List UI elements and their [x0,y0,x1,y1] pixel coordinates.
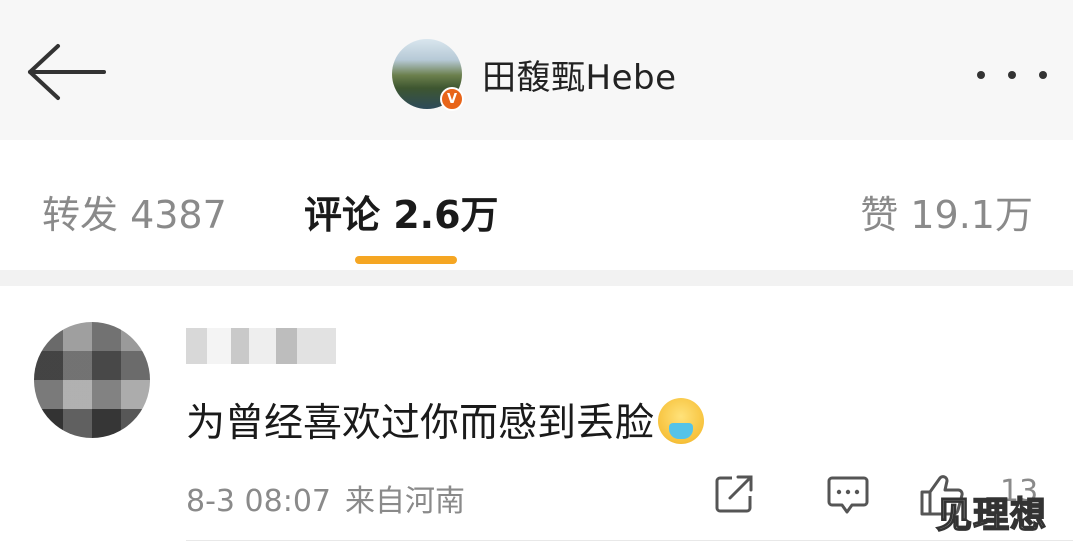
comment-item: 为曾经喜欢过你而感到丢脸 8-3 08:07 来自河南 13 [0,286,1073,556]
comment-text: 为曾经喜欢过你而感到丢脸 [186,392,705,448]
arrow-left-icon [28,44,106,100]
avatar[interactable]: V [392,39,464,111]
watermark: 见理想 [935,494,1048,537]
comment-body: 为曾经喜欢过你而感到丢脸 [186,401,655,446]
divider [186,540,1073,541]
tab-bar: 转发 4387 评论 2.6万 赞 19.1万 [0,140,1073,270]
comment-bubble-icon [827,476,869,514]
comment-meta: 8-3 08:07 来自河南 [186,476,465,520]
reply-button[interactable] [826,472,870,518]
share-external-icon [715,475,753,513]
share-button[interactable] [712,472,756,518]
comment-time: 8-3 08:07 [186,484,331,519]
top-bar: V 田馥甄Hebe [0,0,1073,141]
tab-repost[interactable]: 转发 4387 [42,184,227,239]
more-button[interactable] [977,58,1047,92]
back-button[interactable] [24,40,108,104]
weary-face-emoji-icon [658,398,705,444]
commenter-name-blurred[interactable] [186,328,336,364]
more-dots-icon [977,71,985,79]
profile-header[interactable]: V 田馥甄Hebe [392,38,676,111]
tab-like[interactable]: 赞 19.1万 [860,184,1033,239]
more-dots-icon [1008,71,1016,79]
commenter-avatar[interactable] [34,322,150,438]
verified-v-icon: V [440,87,464,111]
tab-comment[interactable]: 评论 2.6万 [304,184,499,239]
comment-location: 来自河南 [345,484,465,519]
profile-name[interactable]: 田馥甄Hebe [482,50,676,99]
active-tab-indicator [355,256,457,264]
more-dots-icon [1039,71,1047,79]
section-divider [0,270,1073,286]
